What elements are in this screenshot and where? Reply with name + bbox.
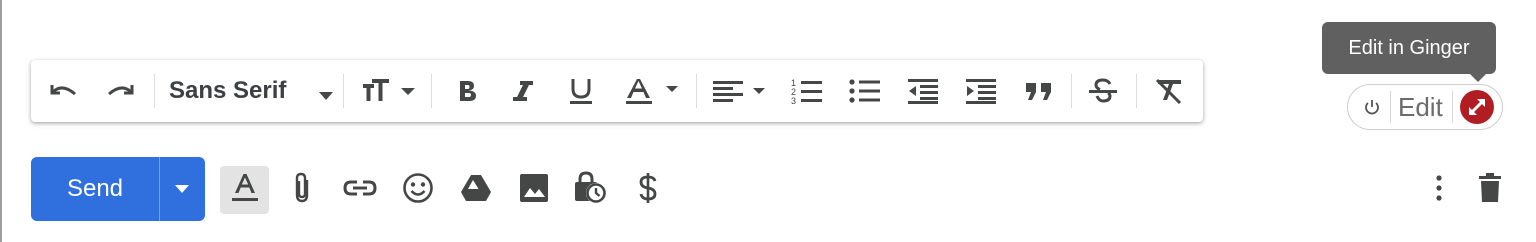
trash-icon (1478, 172, 1502, 208)
send-button[interactable]: Send (31, 157, 159, 221)
send-options-button[interactable] (160, 157, 205, 221)
strikethrough-button[interactable] (1083, 60, 1123, 122)
indent-less-button[interactable] (901, 60, 945, 122)
pill-divider (1390, 91, 1391, 123)
toolbar-separator (696, 74, 697, 108)
toolbar-separator (154, 74, 155, 108)
power-icon[interactable] (1360, 95, 1384, 119)
formatting-toolbar: Sans Serif 1 2 3 (31, 60, 1203, 122)
ginger-widget: Edit (1347, 84, 1503, 130)
quote-icon (1025, 81, 1053, 101)
send-money-button[interactable] (630, 166, 666, 214)
attach-files-button[interactable] (286, 166, 318, 214)
google-drive-icon (460, 174, 492, 207)
toolbar-separator (431, 74, 432, 108)
more-options-button[interactable] (1426, 166, 1452, 214)
undo-button[interactable] (43, 60, 83, 122)
redo-button[interactable] (101, 60, 141, 122)
redo-icon (106, 81, 136, 101)
toolbar-separator (343, 74, 344, 108)
indent-more-icon (965, 78, 997, 104)
indent-less-icon (907, 78, 939, 104)
toolbar-separator (1136, 74, 1137, 108)
image-icon (519, 173, 549, 208)
link-icon (342, 178, 378, 203)
svg-text:3: 3 (791, 96, 796, 105)
discard-draft-button[interactable] (1472, 166, 1508, 214)
bulleted-list-button[interactable] (843, 60, 887, 122)
text-size-icon (361, 79, 415, 103)
tooltip-arrow (1470, 74, 1486, 82)
dollar-icon (638, 172, 658, 209)
toolbar-separator (1071, 74, 1072, 108)
send-button-group: Send (31, 157, 205, 221)
pill-divider (1452, 91, 1453, 123)
formatting-options-toggle[interactable] (220, 166, 269, 214)
underline-button[interactable] (563, 60, 599, 122)
underline-icon (568, 77, 594, 105)
text-color-icon (624, 77, 680, 105)
align-left-icon (711, 79, 769, 103)
remove-formatting-button[interactable] (1149, 60, 1189, 122)
numbered-list-icon: 123 (791, 77, 823, 105)
font-size-button[interactable] (353, 60, 423, 122)
insert-link-button[interactable] (340, 166, 380, 214)
insert-drive-button[interactable] (456, 166, 496, 214)
italic-button[interactable] (505, 60, 541, 122)
strikethrough-icon (1088, 77, 1118, 105)
numbered-list-button[interactable]: 123 (785, 60, 829, 122)
bold-icon (456, 79, 478, 103)
ginger-edit-button[interactable]: Edit (1398, 85, 1443, 129)
clear-formatting-icon (1154, 77, 1184, 105)
bold-button[interactable] (449, 60, 485, 122)
font-family-value: Sans Serif (169, 77, 287, 104)
window-edge (0, 0, 2, 242)
insert-emoji-button[interactable] (398, 166, 438, 214)
lock-clock-icon (572, 170, 608, 210)
more-vert-icon (1436, 174, 1442, 206)
quote-button[interactable] (1017, 60, 1061, 122)
align-button[interactable] (707, 60, 773, 122)
ginger-expand-button[interactable] (1460, 90, 1494, 124)
emoji-icon (402, 172, 434, 209)
chevron-down-icon (319, 87, 333, 105)
text-color-button[interactable] (621, 60, 683, 122)
font-family-select[interactable]: Sans Serif (159, 60, 335, 122)
text-format-icon (231, 173, 259, 208)
italic-icon (512, 79, 534, 103)
insert-photo-button[interactable] (514, 166, 554, 214)
ginger-tooltip: Edit in Ginger (1322, 22, 1496, 74)
indent-more-button[interactable] (959, 60, 1003, 122)
confidential-mode-button[interactable] (570, 166, 610, 214)
undo-icon (48, 81, 78, 101)
paperclip-icon (293, 172, 311, 209)
bulleted-list-icon (849, 78, 881, 104)
